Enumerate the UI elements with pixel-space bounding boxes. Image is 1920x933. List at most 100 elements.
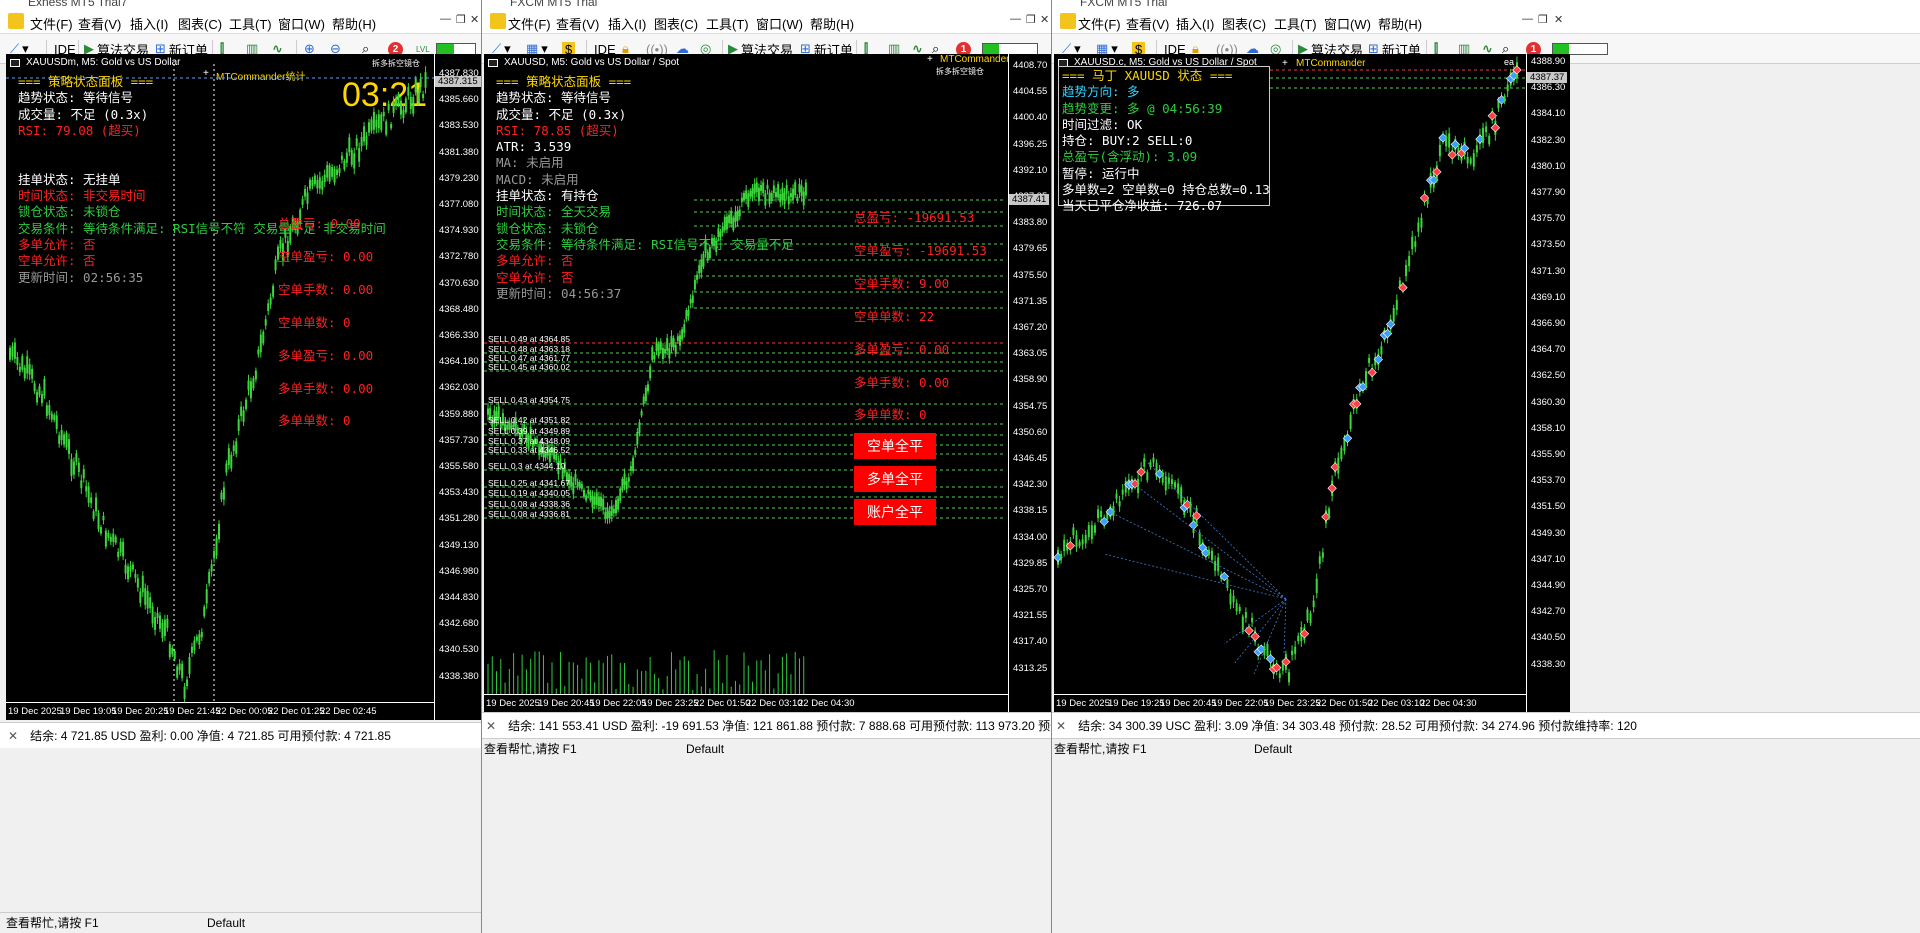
price-tick: 4342.680	[439, 618, 479, 630]
menu-file[interactable]: 文件(F)	[1078, 14, 1121, 33]
price-tick: 4370.630	[439, 277, 479, 289]
stats-panel: 总盈亏: 0.00 空单盈亏: 0.00 空单手数: 0.00 空单单数: 0 多单盈亏…	[278, 208, 373, 438]
martin-panel: === 马丁 XAUUSD 状态 === 趋势方向: 多趋势变更: 多 @ 04…	[1062, 68, 1270, 215]
menu-view[interactable]: 查看(V)	[556, 14, 599, 33]
price-tick: 4371.35	[1013, 295, 1048, 307]
panel-line: 挂单状态: 有持仓	[496, 188, 599, 204]
account-status-bar: ✕ 结余: 4 721.85 USD 盈利: 0.00 净值: 4 721.85 …	[0, 722, 481, 748]
minimize-icon[interactable]: —	[1522, 13, 1533, 25]
menu-file[interactable]: 文件(F)	[508, 14, 551, 33]
menu-chart[interactable]: 图表(C)	[178, 14, 222, 33]
stat-line: 总盈亏: -19691.53	[854, 210, 975, 225]
price-tick: 4344.90	[1531, 580, 1566, 591]
menu-file[interactable]: 文件(F)	[30, 14, 73, 33]
menu-insert[interactable]: 插入(I)	[608, 14, 646, 33]
price-chart[interactable]: XAUUSD, M5: Gold vs US Dollar / Spot + M…	[484, 54, 1051, 712]
close-all-sell-button[interactable]: 空单全平	[854, 433, 936, 459]
price-tick: 4340.530	[439, 644, 479, 656]
price-tick: 4353.70	[1531, 475, 1566, 487]
price-tick: 4400.40	[1013, 112, 1048, 124]
minimize-icon[interactable]: —	[1010, 13, 1021, 25]
close-icon[interactable]: ✕	[470, 13, 479, 26]
time-tick: 19 Dec 23:25	[1264, 698, 1321, 709]
menu-help[interactable]: 帮助(H)	[1378, 14, 1422, 33]
panel-line: 趋势方向: 多	[1062, 84, 1140, 100]
panel-line: 当天已平仓净收益: 726.07	[1062, 198, 1223, 214]
title-bar: FXCM MT5 Trial	[482, 0, 1051, 8]
price-tick: 4342.70	[1531, 606, 1566, 618]
price-tick: 4355.580	[439, 461, 479, 472]
time-tick: 19 Dec 19:25	[1108, 698, 1165, 709]
price-tick: 4338.380	[439, 670, 479, 682]
sell-order-label: SELL 0.08 at 4336.81	[488, 509, 570, 519]
price-tick: 4360.30	[1531, 396, 1566, 408]
stat-line: 空单单数: 22	[854, 308, 935, 324]
account-status-bar: ✕ 结余: 141 553.41 USD 盈利: -19 691.53 净值: 1…	[482, 712, 1051, 738]
price-chart[interactable]: XAUUSD.c, M5: Gold vs US Dollar / Spot +…	[1054, 54, 1570, 712]
sell-order-label: SELL 0.19 at 4340.05	[488, 488, 570, 498]
profile-name: Default	[686, 741, 725, 756]
price-tick: 4408.70	[1013, 60, 1048, 71]
menu-window[interactable]: 窗口(W)	[1324, 14, 1371, 33]
time-tick: 19 Dec 2025	[1056, 698, 1110, 709]
panel-line	[18, 139, 386, 155]
price-tick: 4379.65	[1013, 243, 1048, 255]
menu-help[interactable]: 帮助(H)	[810, 14, 854, 33]
help-bar: 查看帮忙,请按 F1 Default	[1052, 738, 1920, 758]
close-icon[interactable]: ✕	[1040, 13, 1049, 26]
price-tick: 4364.180	[439, 356, 479, 368]
menu-tools[interactable]: 工具(T)	[229, 14, 272, 33]
menu-insert[interactable]: 插入(I)	[1176, 14, 1214, 33]
price-tick: 4375.70	[1531, 213, 1566, 225]
app-icon	[490, 13, 506, 29]
price-axis: 4387.830 4385.660 4383.530 4381.380 4379.230…	[434, 54, 481, 720]
price-chart[interactable]: XAUUSDm, M5: Gold vs US Dollar + MTComma…	[6, 54, 481, 720]
price-tick: 4388.90	[1531, 56, 1566, 67]
menu-insert[interactable]: 插入(I)	[130, 14, 168, 33]
close-all-account-button[interactable]: 账户全平	[854, 499, 936, 525]
panel-line: 挂单状态: 无挂单	[18, 171, 121, 187]
menu-chart[interactable]: 图表(C)	[1222, 14, 1266, 33]
account-summary: 结余: 4 721.85 USD 盈利: 0.00 净值: 4 721.85 可…	[30, 729, 391, 743]
menu-help[interactable]: 帮助(H)	[332, 14, 376, 33]
menu-view[interactable]: 查看(V)	[78, 14, 121, 33]
menu-chart[interactable]: 图表(C)	[654, 14, 698, 33]
time-tick: 19 Dec 23:25	[642, 698, 699, 709]
menu-window[interactable]: 窗口(W)	[756, 14, 803, 33]
restore-icon[interactable]: ❐	[1538, 13, 1548, 26]
menu-tools[interactable]: 工具(T)	[706, 14, 749, 33]
time-tick: 19 Dec 20:45	[538, 698, 595, 709]
restore-icon[interactable]: ❐	[1026, 13, 1036, 26]
menu-bar: 文件(F) 查看(V) 插入(I) 图表(C) 工具(T) 窗口(W) 帮助(H…	[482, 8, 1051, 34]
restore-icon[interactable]: ❐	[456, 13, 466, 26]
time-tick: 22 Dec 03:10	[1368, 698, 1425, 709]
price-tick: 4384.10	[1531, 108, 1566, 120]
price-tick: 4355.90	[1531, 449, 1566, 460]
panel-line: 成交量: 不足 (0.3x)	[18, 106, 149, 122]
help-text: 查看帮忙,请按 F1	[6, 916, 99, 930]
price-tick: 4338.15	[1013, 505, 1048, 517]
menu-view[interactable]: 查看(V)	[1126, 14, 1169, 33]
price-tick: 4317.40	[1013, 636, 1048, 648]
price-tick: 4366.330	[439, 330, 479, 341]
close-icon[interactable]: ✕	[1554, 13, 1563, 26]
price-tick: 4344.830	[439, 592, 479, 603]
price-tick: 4371.30	[1531, 265, 1566, 277]
stat-line: 多单手数: 0.00	[278, 380, 374, 396]
stat-line: 空单手数: 9.00	[854, 275, 950, 291]
panel-title: === 马丁 XAUUSD 状态 ===	[1062, 68, 1233, 83]
minimize-icon[interactable]: —	[440, 13, 451, 25]
panel-line: 趋势状态: 等待信号	[496, 90, 612, 106]
price-tick: 4358.10	[1531, 422, 1566, 434]
menu-window[interactable]: 窗口(W)	[278, 14, 325, 33]
panel-line: RSI: 78.85 (超买)	[496, 122, 619, 138]
current-price-tag: 4387.41	[1009, 194, 1050, 205]
profile-name: Default	[1254, 741, 1293, 756]
close-all-buy-button[interactable]: 多单全平	[854, 466, 936, 492]
price-tick: 4368.480	[439, 303, 479, 315]
price-tick: 4346.980	[439, 565, 479, 577]
menu-tools[interactable]: 工具(T)	[1274, 14, 1317, 33]
price-tick: 4369.10	[1531, 291, 1566, 303]
account-summary: 结余: 34 300.39 USC 盈利: 3.09 净值: 34 303.48…	[1078, 719, 1637, 733]
panel-line: 更新时间: 04:56:37	[496, 285, 622, 301]
